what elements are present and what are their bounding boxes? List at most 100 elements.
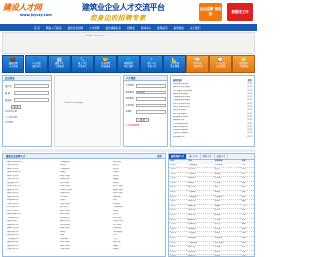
jobs-grid: 建筑工程有限公司二级建造师项目经理市政工程公司造价员施工员装饰工程公司一级建造师… (3, 159, 165, 252)
category-tile[interactable]: 📐 工程监理 ·造价预算 (163, 55, 186, 73)
banner-slogan: 您身边的招聘专家 (90, 14, 146, 22)
category-tile[interactable]: ☎ 联系我们 ·在线客服 (232, 55, 255, 73)
search-select[interactable] (135, 103, 166, 107)
talent-table: 姓名 专业 求职意向 地区 张先生 二级建造师 项目经理 广东 李先生 土木工程 施工员 江苏 王先生… (169, 160, 254, 256)
search-field-row: 工作地区 (126, 84, 166, 88)
search-title: 人才搜索 (124, 76, 167, 81)
job-link[interactable]: 交通工程师 (59, 248, 109, 252)
advanced-search-link[interactable]: 人才库高级搜索 (126, 125, 166, 128)
login-field-label: 用户名 (5, 85, 12, 88)
login-link[interactable]: 忘记密码 (5, 122, 49, 126)
search-field-label: 关键字 (125, 111, 132, 114)
top-ad-placeholder: Couldn't load plugin. (2, 32, 255, 54)
category-tile[interactable]: 📖 学习中心 ·资格考试 (186, 55, 209, 73)
category-tile-sub: ·职业发展 (215, 64, 226, 68)
login-field-row: 密 码 (5, 91, 49, 95)
header-banner: 建筑业企业人才交流平台 您身边的招聘专家 (74, 2, 194, 22)
search-field-label: 工作地区 (125, 85, 134, 88)
news-date: 2012 (247, 135, 252, 138)
search-select[interactable] (135, 84, 166, 88)
login-link[interactable]: 个人会员注册 (5, 117, 49, 121)
news-panel: 最新新闻 更多 招聘网站注册说明 2012 建筑人才招聘会通知 2012 关于调整会员收… (170, 75, 255, 147)
login-field-row: 验证码 (5, 98, 49, 102)
category-tile[interactable]: 💼 最新招聘 ·公司信息 (2, 55, 25, 73)
site-logo[interactable]: 建设人才网 (3, 2, 42, 13)
employer-button[interactable]: 企业招聘 请选择 (199, 3, 222, 21)
nav-item[interactable]: 建筑资讯 (157, 26, 167, 30)
login-title: 会员登录 (3, 76, 51, 81)
news-header: 最新新闻 更多 (173, 78, 252, 82)
category-tile-sub: ·快速通道 (100, 64, 111, 68)
category-tile-sub: ·资格考试 (192, 64, 203, 68)
search-field-label: 学历要求 (125, 98, 134, 101)
nav-item[interactable]: 最新企业招聘 (68, 26, 84, 30)
category-tile[interactable]: 💬 人才交流 ·职业发展 (209, 55, 232, 73)
login-link[interactable]: 企业会员注册 (5, 111, 49, 115)
category-tile[interactable]: 🤝 企业招聘 ·快速通道 (94, 55, 117, 73)
search-field-row: 职位类别 职位类别 (125, 90, 166, 94)
nav-item[interactable]: 职场维权 (174, 26, 184, 30)
nav-item[interactable]: 招聘会 (127, 26, 135, 30)
category-tile-sub: ·在线客服 (238, 64, 249, 68)
news-item[interactable]: 更多新闻资讯 2012 (173, 136, 252, 139)
talent-tab[interactable]: 高级人才 (215, 154, 229, 159)
search-field-label: 职位类别 (125, 91, 134, 94)
talent-tab[interactable]: 热门人才 (187, 154, 201, 159)
site-header: 建设人才网 www.jsyczy.com 建筑业企业人才交流平台 您身边的招聘专… (0, 0, 257, 24)
search-field-label: 工作经验 (125, 104, 134, 107)
category-tile[interactable]: 🔧 施工人员 ·劳务用工 (71, 55, 94, 73)
talent-tab[interactable]: 最新求职人才 (169, 154, 188, 159)
jobseeker-button[interactable]: 我要找工作 (227, 3, 253, 21)
talent-tab[interactable]: 推荐人才 (201, 154, 215, 159)
main-nav: 首 页 网站入门指南 最新企业招聘 人才招聘 最新求职信息 招聘会 新闻中心 建筑资讯 职场维权… (0, 24, 257, 31)
latest-jobs-panel: 最新企业招聘人才 更多 建筑工程有限公司二级建造师项目经理市政工程公司造价员施工… (2, 153, 166, 257)
news-title: 最新新闻 (173, 79, 182, 82)
job-link[interactable]: 交通工程公司 (6, 248, 56, 252)
nav-item[interactable]: 网站入门指南 (46, 26, 62, 30)
login-panel: 会员登录 用户名密 码验证码 登 录 企业会员注册 个人会员注册 忘记密码 (2, 75, 52, 147)
nav-item[interactable]: 人才招聘 (89, 26, 99, 30)
search-button[interactable]: 搜 索 (136, 117, 149, 122)
nav-item[interactable]: 新闻中心 (141, 26, 151, 30)
login-field-label: 密 码 (5, 92, 11, 95)
jobs-title: 最新企业招聘人才 (6, 155, 26, 158)
category-tile[interactable]: ⚡ 电气人员 ·专业人才 (140, 55, 163, 73)
category-tile-sub: ·劳务用工 (77, 64, 88, 68)
search-panel: 人才搜索 工作地区 职位类别 职位类别 学历要求 工作经验 关键字 搜 索 人才库高级搜索 (123, 75, 168, 147)
category-tile-sub: ·公司信息 (8, 64, 18, 68)
login-input[interactable] (14, 98, 49, 102)
search-field-row: 学历要求 (126, 97, 166, 101)
talent-panel: 最新求职人才 热门人才 推荐人才 高级人才 姓名 专业 求职意向 地区 张先生 二级建造师 项目… (168, 153, 255, 257)
nav-item[interactable]: 关于我们 (190, 26, 200, 30)
middle-ad-placeholder: Couldn't load plugin. (54, 75, 121, 147)
category-tile[interactable]: 🏢 建筑人才 ·工程技术 (48, 55, 71, 73)
category-icon-row: 💼 最新招聘 ·公司信息 👤 人才求职 ·简历中心 🏢 建筑人才 ·工程技术 🔧 施工人员 ·劳务用工… (2, 55, 255, 73)
category-tile-sub: ·简历中心 (31, 64, 41, 68)
login-button[interactable]: 登 录 (11, 105, 21, 109)
category-tile-sub: ·网上招聘 (123, 64, 134, 68)
search-select[interactable] (135, 110, 166, 114)
category-tile-sub: ·工程技术 (54, 64, 65, 68)
search-field-row: 工作经验 (125, 103, 166, 107)
search-field-row: 关键字 (126, 110, 166, 114)
nav-item[interactable]: 首 页 (34, 26, 40, 30)
login-input[interactable] (14, 84, 49, 88)
login-field-label: 验证码 (5, 99, 12, 102)
site-url: www.jsyczy.com (20, 13, 52, 17)
nav-item[interactable]: 最新求职信息 (106, 26, 122, 30)
news-headline[interactable]: 更多新闻资讯 (173, 136, 233, 139)
news-more-link[interactable]: 更多 (248, 78, 252, 82)
ad-plugin-message: Couldn't load plugin. (64, 102, 84, 104)
category-tile[interactable]: 👤 人才求职 ·简历中心 (25, 55, 48, 73)
login-input[interactable] (14, 91, 49, 95)
job-link[interactable]: 机械员 (112, 248, 162, 252)
ad-plugin-message: Couldn't load plugin. (86, 34, 105, 37)
category-tile-sub: ·专业人才 (146, 64, 157, 68)
category-tile[interactable]: 🌐 网络招聘 ·网上招聘 (117, 55, 140, 73)
section-divider (2, 149, 255, 152)
login-field-row: 用户名 (5, 84, 49, 88)
search-select[interactable] (135, 97, 166, 101)
jobs-more-link[interactable]: 更多 (157, 154, 162, 158)
search-select[interactable]: 职位类别 (135, 90, 166, 94)
category-tile-sub: ·造价预算 (169, 64, 180, 68)
